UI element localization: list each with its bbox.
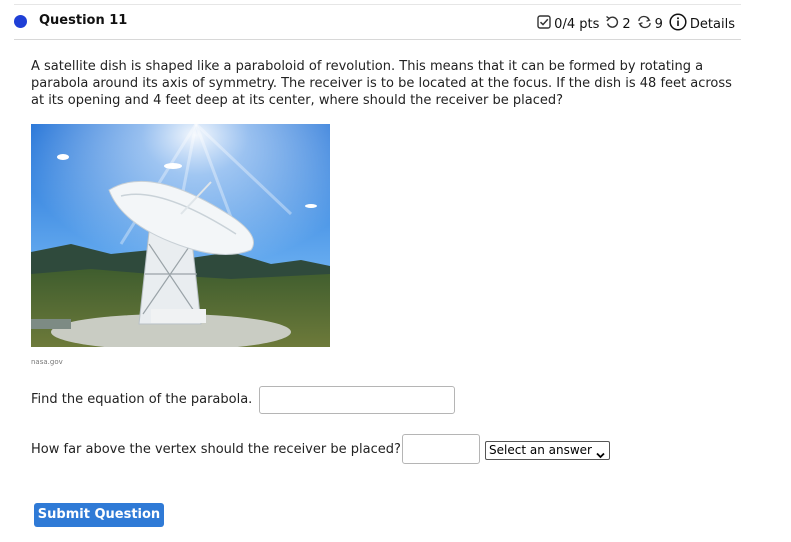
checkbox-icon — [537, 15, 551, 33]
unit-select[interactable]: Select an answer — [485, 441, 610, 460]
points-text: 0/4 pts — [554, 16, 600, 32]
retry-icon — [637, 15, 652, 33]
unit-select-value: Select an answer — [489, 443, 592, 457]
equation-label: Find the equation of the parabola. — [31, 392, 253, 407]
question-prompt: A satellite dish is shaped like a parabo… — [31, 59, 732, 108]
question-meta: 0/4 pts 2 9 Details — [537, 13, 735, 35]
question-status-dot — [14, 15, 27, 28]
info-icon[interactable] — [669, 13, 687, 35]
image-credit: nasa.gov — [31, 358, 63, 366]
equation-input[interactable] — [259, 386, 455, 414]
question-header: Question 11 0/4 pts 2 9 Details — [14, 4, 741, 40]
retries-count: 9 — [654, 16, 663, 32]
distance-input[interactable] — [402, 434, 480, 464]
submit-button[interactable]: Submit Question — [34, 503, 164, 527]
attempts-count: 2 — [622, 16, 631, 32]
distance-label: How far above the vertex should the rece… — [31, 442, 401, 457]
undo-icon — [605, 15, 619, 33]
chevron-down-icon — [596, 447, 605, 464]
question-title: Question 11 — [39, 13, 128, 28]
details-link[interactable]: Details — [690, 17, 735, 32]
satellite-dish-image — [31, 124, 330, 347]
